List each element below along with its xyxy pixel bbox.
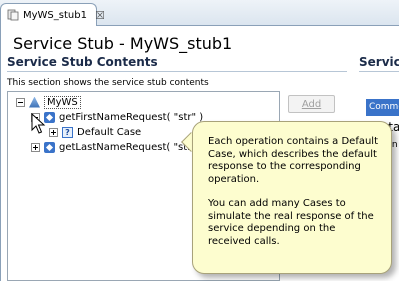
section-title-contents: Service Stub Contents [7, 55, 158, 69]
tree-label-operation[interactable]: getFirstNameRequest( "str" ) [59, 112, 203, 123]
section-divider [7, 71, 347, 72]
editor-tab-strip: MyWS_stub1 ☒ [0, 0, 399, 26]
section-description: This section shows the service stub cont… [7, 78, 209, 88]
tree-row-operation[interactable]: getLastNameRequest( "str" ) [31, 140, 203, 154]
mouse-cursor-icon [31, 113, 46, 134]
tree-row-root[interactable]: MyWS [16, 95, 81, 109]
section-divider-right [359, 71, 399, 72]
stub-icon [7, 9, 19, 21]
expand-toggle[interactable] [49, 127, 58, 137]
tree-row-operation[interactable]: getFirstNameRequest( "str" ) [31, 110, 203, 124]
add-button[interactable]: Add [288, 95, 335, 113]
collapse-toggle[interactable] [16, 97, 25, 107]
tab-label: MyWS_stub1 [23, 9, 87, 21]
tree-label-case[interactable]: Default Case [77, 127, 141, 138]
callout-paragraph: You can add many Cases to simulate the r… [208, 198, 374, 247]
page-title: Service Stub - MyWS_stub1 [13, 34, 233, 53]
tab-common[interactable]: Common [366, 99, 399, 116]
case-icon: ? [62, 126, 73, 138]
help-callout: Each operation contains a Default Case, … [192, 121, 392, 274]
close-icon[interactable]: ☒ [95, 9, 105, 22]
section-title-right: Servic [359, 55, 399, 69]
expand-toggle[interactable] [31, 142, 40, 152]
operation-icon [44, 141, 55, 153]
tab-myws-stub1[interactable]: MyWS_stub1 ☒ [0, 3, 105, 26]
callout-paragraph: Each operation contains a Default Case, … [208, 136, 379, 185]
tree-row-case[interactable]: ? Default Case [49, 125, 141, 139]
web-service-icon [29, 96, 40, 108]
tree-label-root[interactable]: MyWS [44, 95, 81, 109]
